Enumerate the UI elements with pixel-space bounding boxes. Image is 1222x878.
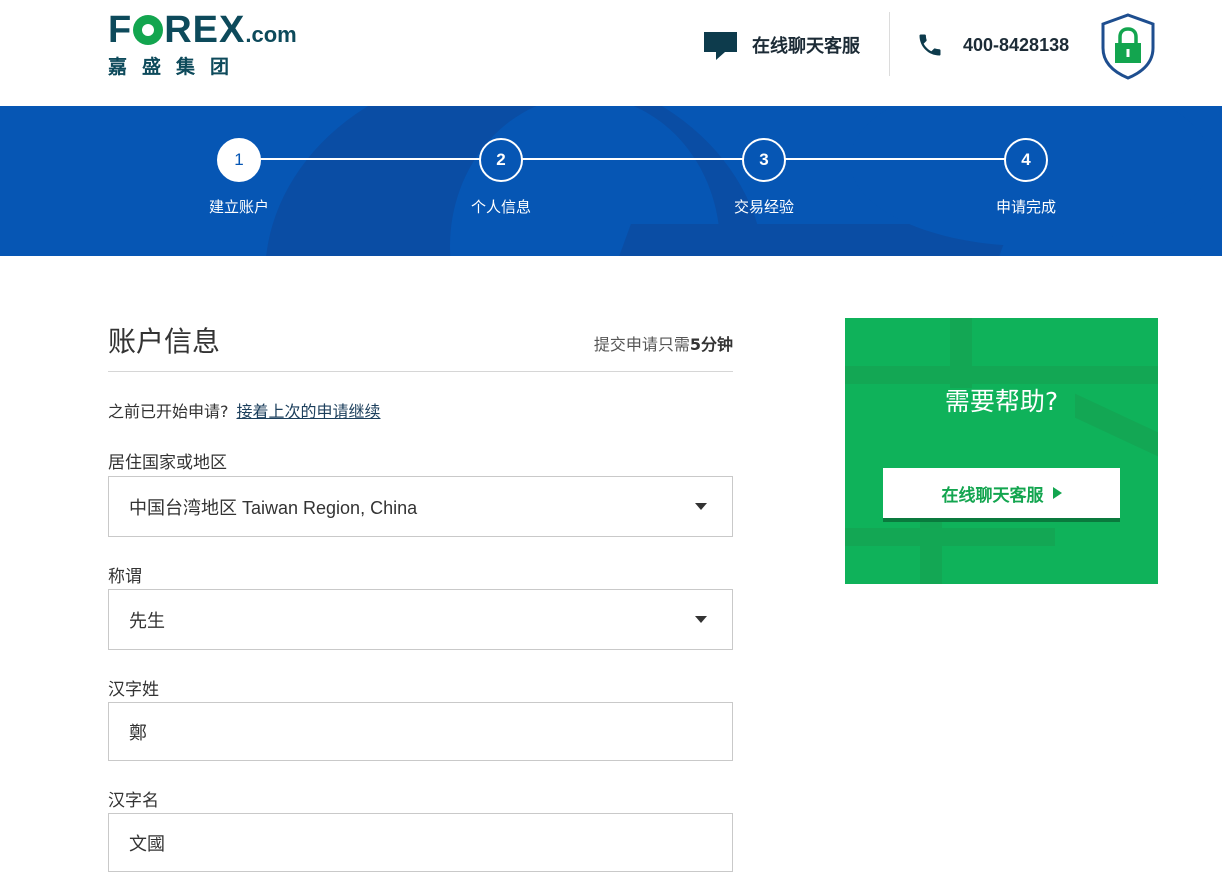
step-3-indicator: 3 — [742, 138, 786, 182]
phone-icon — [919, 34, 941, 56]
given-name-input[interactable]: 文國 — [108, 813, 733, 872]
surname-input[interactable]: 鄭 — [108, 702, 733, 761]
help-chat-button-label: 在线聊天客服 — [941, 485, 1044, 506]
logo-o-mark-icon — [133, 15, 164, 45]
step-2-indicator: 2 — [479, 138, 523, 182]
form-time-prefix: 提交申请只需 — [593, 335, 690, 354]
step-1-label: 建立账户 — [208, 198, 269, 216]
resume-application: 之前已开始申请? 接着上次的申请继续 — [108, 398, 381, 422]
logo-domain: .com — [245, 22, 297, 47]
resume-link[interactable]: 接着上次的申请继续 — [237, 402, 381, 421]
country-label: 居住国家或地区 — [108, 453, 227, 473]
step-2-label: 个人信息 — [470, 198, 531, 216]
play-arrow-icon — [1052, 487, 1062, 499]
header-chat-link[interactable]: 在线聊天客服 — [704, 30, 860, 60]
caret-down-icon — [695, 616, 707, 623]
help-chat-button[interactable]: 在线聊天客服 — [883, 468, 1120, 518]
step-connector — [785, 158, 1007, 160]
chat-icon — [704, 30, 737, 60]
country-select[interactable]: 中国台湾地区 Taiwan Region, China — [108, 476, 733, 537]
form-time-value: 5分钟 — [689, 335, 733, 354]
salutation-select-value: 先生 — [129, 610, 165, 631]
step-3-label: 交易经验 — [733, 198, 794, 216]
step-4-label: 申请完成 — [995, 198, 1056, 216]
header-phone-link[interactable]: 400-8428138 — [916, 30, 1069, 60]
surname-input-value: 鄭 — [129, 722, 147, 743]
help-panel: 需要帮助? 在线聊天客服 — [845, 318, 1158, 584]
header-divider — [889, 12, 890, 76]
resume-prompt: 之前已开始申请? — [108, 402, 229, 421]
title-divider — [108, 371, 733, 372]
header-chat-label: 在线聊天客服 — [752, 36, 860, 57]
step-connector — [260, 158, 482, 160]
logo-subtitle: 嘉盛集团 — [108, 56, 245, 78]
caret-down-icon — [695, 503, 707, 510]
given-name-input-value: 文國 — [129, 833, 165, 854]
logo-wordmark: F REX.com — [108, 9, 297, 51]
form-time-note: 提交申请只需5分钟 — [594, 331, 733, 355]
help-title: 需要帮助? — [944, 387, 1059, 416]
form-title: 账户信息 — [108, 325, 221, 358]
site-header: F REX.com 嘉盛集团 在线聊天客服 400-8428138 — [0, 0, 1222, 106]
progress-steps: 1 2 3 4 建立账户 个人信息 交易经验 申请完成 — [0, 106, 1222, 256]
phone-number: 400-8428138 — [963, 34, 1070, 55]
forex-logo[interactable]: F REX.com 嘉盛集团 — [108, 10, 318, 80]
country-select-value: 中国台湾地区 Taiwan Region, China — [129, 497, 418, 518]
surname-label: 汉字姓 — [108, 680, 159, 700]
salutation-label: 称谓 — [108, 567, 142, 587]
given-name-label: 汉字名 — [108, 791, 159, 811]
step-1-indicator: 1 — [217, 138, 261, 182]
step-4-indicator: 4 — [1004, 138, 1048, 182]
step-connector — [522, 158, 744, 160]
lock-shield-icon — [1101, 13, 1155, 80]
salutation-select[interactable]: 先生 — [108, 589, 733, 650]
